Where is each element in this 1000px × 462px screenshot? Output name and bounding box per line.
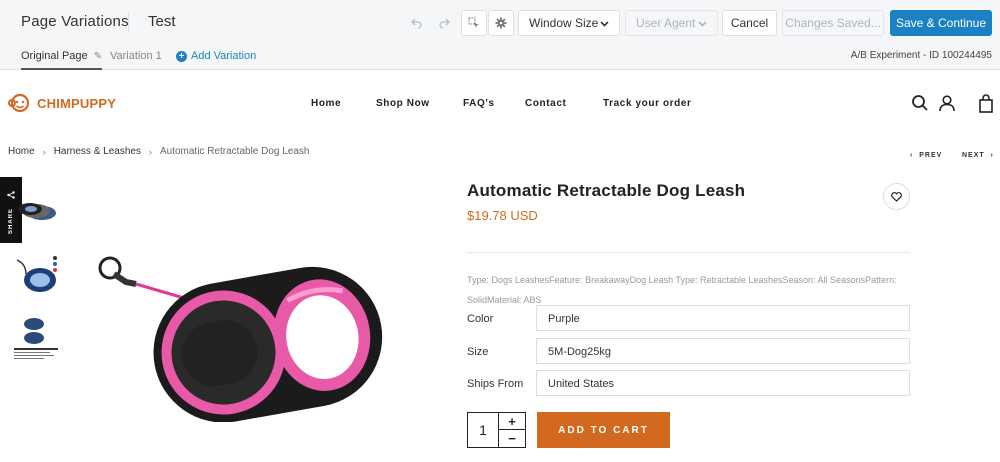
product-title: Automatic Retractable Dog Leash xyxy=(467,181,746,200)
chimp-logo-icon xyxy=(8,93,30,113)
window-size-select[interactable]: Window Size xyxy=(518,10,620,36)
next-label: NEXT xyxy=(962,152,985,159)
save-continue-button[interactable]: Save & Continue xyxy=(890,10,992,36)
product-price: $19.78 USD xyxy=(467,208,538,223)
prev-label: PREV xyxy=(919,152,943,159)
nav-home[interactable]: Home xyxy=(311,98,341,109)
undo-icon[interactable] xyxy=(404,10,430,36)
test-name[interactable]: Test xyxy=(148,13,176,30)
quantity-stepper: 1 + − xyxy=(467,412,526,448)
prev-link[interactable]: ‹ PREV xyxy=(910,152,942,159)
variation-tab-1[interactable]: Variation 1 xyxy=(110,50,162,62)
editor-title: Page Variations xyxy=(21,13,129,30)
quantity-decrease-button[interactable]: − xyxy=(498,430,525,447)
option-select-size[interactable]: 5M-Dog25kg xyxy=(536,338,910,364)
next-link[interactable]: NEXT › xyxy=(962,152,994,159)
plus-circle-icon: + xyxy=(176,50,187,62)
pencil-icon[interactable]: ✎ xyxy=(94,51,102,62)
chevron-right-icon: › xyxy=(42,146,46,157)
product-thumbnail[interactable] xyxy=(12,250,60,298)
user-agent-select[interactable]: User Agent xyxy=(625,10,718,36)
changes-saved-button[interactable]: Changes Saved... xyxy=(782,10,884,36)
logo[interactable]: CHIMPUPPY xyxy=(8,92,116,114)
window-size-label: Window Size xyxy=(529,16,599,30)
product-main-image[interactable] xyxy=(96,252,386,427)
select-element-icon[interactable] xyxy=(461,10,487,36)
search-icon[interactable] xyxy=(911,94,929,112)
breadcrumb: Home › Harness & Leashes › Automatic Ret… xyxy=(8,146,310,157)
option-label-color: Color xyxy=(467,313,494,325)
nav-track-order[interactable]: Track your order xyxy=(603,98,692,109)
nav-shop-now[interactable]: Shop Now xyxy=(376,98,430,109)
nav-contact[interactable]: Contact xyxy=(525,98,566,109)
add-to-cart-button[interactable]: ADD TO CART xyxy=(537,412,670,448)
logo-text: CHIMPUPPY xyxy=(37,95,117,111)
cart-icon[interactable] xyxy=(977,94,995,113)
variation-tab-label: Original Page xyxy=(21,50,88,62)
divider xyxy=(467,252,910,253)
quantity-increase-button[interactable]: + xyxy=(498,413,525,430)
variations-bar: Original Page ✎ Variation 1 + Add Variat… xyxy=(0,44,1000,70)
account-icon[interactable] xyxy=(938,94,956,112)
editor-toolbar: Page Variations Test Window Size User Ag… xyxy=(0,0,1000,70)
quantity-input[interactable]: 1 xyxy=(468,413,498,447)
product-thumbnail[interactable] xyxy=(12,314,60,362)
title-divider xyxy=(128,12,129,32)
breadcrumb-category[interactable]: Harness & Leashes xyxy=(54,146,141,157)
breadcrumb-home[interactable]: Home xyxy=(8,146,35,157)
add-variation-label: Add Variation xyxy=(191,50,257,62)
chevron-right-icon: › xyxy=(148,146,152,157)
option-select-color[interactable]: Purple xyxy=(536,305,910,331)
chevron-down-icon xyxy=(698,16,707,30)
variation-tab-original[interactable]: Original Page ✎ xyxy=(21,50,103,70)
page-preview: CHIMPUPPY Home Shop Now FAQ's Contact Tr… xyxy=(0,70,1000,462)
product-thumbnail[interactable] xyxy=(12,191,60,239)
experiment-id: A/B Experiment - ID 100244495 xyxy=(850,50,992,61)
gear-icon[interactable] xyxy=(488,10,514,36)
breadcrumb-current: Automatic Retractable Dog Leash xyxy=(159,146,310,157)
add-variation-button[interactable]: + Add Variation xyxy=(176,50,256,62)
editor-top-bar: Page Variations Test Window Size User Ag… xyxy=(0,0,1000,44)
product-description: Type: Dogs LeashesFeature: BreakawayDog … xyxy=(467,275,897,305)
option-label-size: Size xyxy=(467,346,489,358)
nav-faq[interactable]: FAQ's xyxy=(463,98,495,109)
cancel-button[interactable]: Cancel xyxy=(722,10,777,36)
option-label-ships-from: Ships From xyxy=(467,378,524,390)
wishlist-button[interactable] xyxy=(883,183,910,210)
chevron-down-icon xyxy=(600,16,609,30)
heart-icon xyxy=(891,191,902,202)
user-agent-label: User Agent xyxy=(636,16,696,30)
option-select-ships-from[interactable]: United States xyxy=(536,370,910,396)
redo-icon[interactable] xyxy=(431,10,457,36)
